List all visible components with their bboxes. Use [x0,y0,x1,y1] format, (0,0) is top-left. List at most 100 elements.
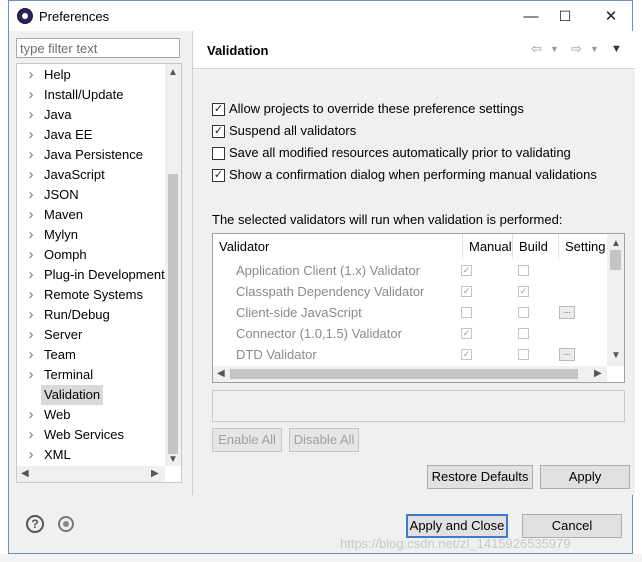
cancel-button[interactable]: Cancel [522,514,622,538]
background-taskbar [0,554,642,562]
apply-and-close-button[interactable]: Apply and Close [406,514,508,538]
tree-scroll-thumb[interactable] [168,174,178,454]
scroll-down-icon[interactable]: ▼ [611,350,621,361]
preferences-dialog: Preferences — ☐ ✕ › XML › Web Services › Web V… [8,0,635,554]
option-checkbox[interactable] [212,147,225,160]
option-label[interactable]: Save all modified resources automaticall… [229,145,571,160]
chevron-right-icon[interactable]: › [27,205,35,225]
chevron-right-icon[interactable]: › [27,405,35,425]
tree-item-label: Remote Systems [44,287,143,302]
view-menu-icon[interactable]: ▼ [611,43,622,55]
column-header-settings[interactable]: Setting [559,234,611,259]
back-menu-chevron-icon[interactable]: ▼ [550,44,559,54]
maximize-button[interactable]: ☐ [545,5,585,27]
option-checkbox[interactable]: ✓ [212,169,225,182]
scroll-up-icon[interactable]: ▲ [168,67,178,78]
chevron-right-icon[interactable]: › [27,65,35,85]
tree-item-label: Validation [41,385,104,405]
option-label[interactable]: Suspend all validators [229,123,356,138]
chevron-right-icon[interactable]: › [27,305,35,325]
tree-item-label: Plug-in Development [44,267,165,282]
restore-defaults-button[interactable]: Restore Defaults [427,465,533,489]
settings-ellipsis-button[interactable]: ... [559,348,575,361]
tree-item-label: Help [44,67,71,82]
tree-item-label: Web Services [44,427,124,442]
chevron-right-icon[interactable]: › [27,105,35,125]
chevron-right-icon[interactable]: › [27,325,35,345]
chevron-right-icon[interactable]: › [27,425,35,445]
tree-item-label: Maven [44,207,84,222]
build-checkbox[interactable] [518,328,529,339]
chevron-right-icon[interactable]: › [27,285,35,305]
tree-horizontal-scrollbar[interactable]: ◀ ▶ [17,466,165,482]
column-header-manual[interactable]: Manual [463,234,513,259]
table-vertical-scrollbar[interactable]: ▲ ▼ [607,234,624,366]
close-button[interactable]: ✕ [591,5,631,27]
apply-button[interactable]: Apply [540,465,630,489]
disable-all-button[interactable]: Disable All [289,428,359,452]
table-hscroll-thumb[interactable] [230,369,578,379]
scroll-left-icon[interactable]: ◀ [217,368,225,379]
validator-description-box [212,390,625,422]
title-bar: Preferences — ☐ ✕ [9,1,632,31]
scroll-down-icon[interactable]: ▼ [168,454,178,465]
scroll-left-icon[interactable]: ◀ [21,468,29,479]
chevron-right-icon[interactable]: › [27,145,35,165]
build-checkbox[interactable]: ✓ [518,286,529,297]
help-icon[interactable]: ? [26,515,44,533]
filter-input[interactable] [16,38,180,58]
column-header-validator[interactable]: Validator [213,234,463,259]
validator-name[interactable]: Client-side JavaScript [236,302,362,323]
chevron-right-icon[interactable]: › [27,165,35,185]
build-checkbox[interactable] [518,307,529,318]
build-checkbox[interactable] [518,265,529,276]
manual-checkbox[interactable]: ✓ [461,265,472,276]
window-title: Preferences [39,9,110,24]
chevron-right-icon[interactable]: › [27,245,35,265]
chevron-right-icon[interactable]: › [27,85,35,105]
validator-name[interactable]: Classpath Dependency Validator [236,281,424,302]
manual-checkbox[interactable] [461,307,472,318]
manual-checkbox[interactable]: ✓ [461,286,472,297]
validator-name[interactable]: Application Client (1.x) Validator [236,260,420,281]
back-arrow-icon[interactable]: ⇦ [531,41,542,57]
chevron-right-icon[interactable]: › [27,265,35,285]
manual-checkbox[interactable]: ✓ [461,349,472,360]
tree-item-label: JSON [44,187,79,202]
preference-page: Validation ⇦ ▼ ⇨ ▼ ▼ ✓ Allow projects to … [192,31,635,495]
build-checkbox[interactable] [518,349,529,360]
scroll-up-icon[interactable]: ▲ [611,238,621,249]
tree-item-label: Java [44,107,72,122]
option-label[interactable]: Show a confirmation dialog when performi… [229,167,597,182]
validator-name[interactable]: Connector (1.0,1.5) Validator [236,323,402,344]
scroll-right-icon[interactable]: ▶ [151,468,159,479]
tree-vertical-scrollbar[interactable]: ▲ ▼ [165,64,181,466]
chevron-right-icon[interactable]: › [27,365,35,385]
forward-menu-chevron-icon[interactable]: ▼ [590,44,599,54]
enable-all-button[interactable]: Enable All [212,428,282,452]
table-horizontal-scrollbar[interactable]: ◀ ▶ [213,366,607,382]
tree-item-label: Server [44,327,83,342]
chevron-right-icon[interactable]: › [27,225,35,245]
import-export-icon[interactable] [58,516,74,532]
watermark: https://blog.csdn.net/zl_1415926535979 [340,536,571,551]
option-label[interactable]: Allow projects to override these prefere… [229,101,524,116]
background-editor-left [0,0,8,562]
forward-arrow-icon[interactable]: ⇨ [571,41,582,57]
option-checkbox[interactable]: ✓ [212,103,225,116]
column-header-build[interactable]: Build [513,234,559,259]
tree-item-label: Java Persistence [44,147,143,162]
chevron-right-icon[interactable]: › [27,185,35,205]
manual-checkbox[interactable]: ✓ [461,328,472,339]
tree-item-label: Mylyn [44,227,78,242]
tree-item-label: Team [44,347,76,362]
table-scroll-thumb[interactable] [610,250,621,270]
chevron-right-icon[interactable]: › [27,445,35,465]
chevron-right-icon[interactable]: › [27,345,35,365]
settings-ellipsis-button[interactable]: ... [559,306,575,319]
validator-name[interactable]: DTD Validator [236,344,317,365]
chevron-right-icon[interactable]: › [27,125,35,145]
scroll-right-icon[interactable]: ▶ [594,368,602,379]
tree-item-label: Java EE [44,127,93,142]
option-checkbox[interactable]: ✓ [212,125,225,138]
